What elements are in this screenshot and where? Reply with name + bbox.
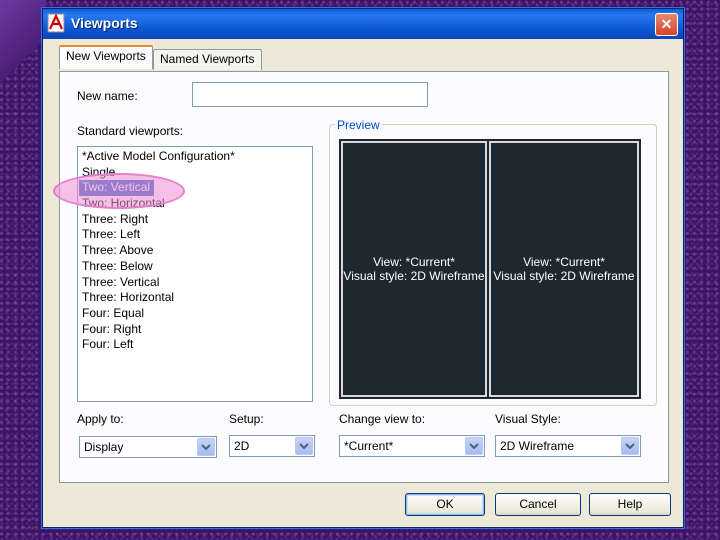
cancel-button[interactable]: Cancel [495, 493, 581, 516]
help-label: Help [617, 497, 643, 511]
cancel-label: Cancel [519, 497, 557, 511]
background-decoration [0, 0, 46, 92]
tab-new-viewports[interactable]: New Viewports [59, 45, 153, 69]
list-item-label: Four: Equal [82, 305, 145, 320]
help-button[interactable]: Help [589, 493, 671, 516]
new-name-input[interactable] [192, 82, 428, 107]
ok-label: OK [436, 497, 454, 511]
list-item[interactable]: Three: Above [78, 243, 312, 259]
list-item-label: Three: Horizontal [82, 290, 175, 305]
list-item-label: Four: Right [82, 321, 142, 336]
apply-to-label: Apply to: [77, 412, 124, 426]
chevron-down-icon[interactable] [465, 437, 483, 455]
apply-to-dropdown[interactable]: Display [79, 436, 217, 458]
list-item-label: Three: Below [82, 258, 153, 273]
list-item-label: Three: Left [82, 227, 141, 242]
list-item-label: Three: Vertical [82, 274, 160, 289]
chevron-down-icon[interactable] [197, 438, 215, 456]
tab-named-viewports[interactable]: Named Viewports [153, 49, 262, 70]
list-item[interactable]: Three: Horizontal [78, 290, 312, 306]
list-item[interactable]: Four: Equal [78, 306, 312, 322]
close-icon: ✕ [660, 16, 673, 32]
change-view-to-value: *Current* [344, 439, 394, 453]
preview-area: View: *Current* Visual style: 2D Wirefra… [339, 139, 641, 399]
title-bar[interactable]: Viewports ✕ [43, 9, 683, 39]
preview-pane-right[interactable]: View: *Current* Visual style: 2D Wirefra… [489, 141, 639, 397]
visual-style-dropdown[interactable]: 2D Wireframe [495, 435, 641, 457]
pane-view-text: View: *Current* [373, 255, 455, 269]
list-item[interactable]: Three: Left [78, 227, 312, 243]
highlight-ellipse [53, 173, 185, 209]
list-item[interactable]: Three: Right [78, 212, 312, 228]
pane-view-text: View: *Current* [523, 255, 605, 269]
setup-dropdown[interactable]: 2D [229, 435, 315, 457]
setup-label: Setup: [229, 412, 264, 426]
list-item[interactable]: *Active Model Configuration* [78, 149, 312, 165]
list-item-label: Four: Left [82, 337, 134, 352]
tab-label: Named Viewports [160, 52, 255, 66]
new-name-label: New name: [77, 89, 138, 103]
preview-pane-left[interactable]: View: *Current* Visual style: 2D Wirefra… [341, 141, 487, 397]
autocad-app-icon [47, 13, 65, 33]
standard-viewports-label: Standard viewports: [77, 124, 184, 138]
list-item[interactable]: Three: Below [78, 259, 312, 275]
tab-label: New Viewports [66, 49, 146, 63]
list-item[interactable]: Four: Right [78, 322, 312, 338]
visual-style-value: 2D Wireframe [500, 439, 575, 453]
chevron-down-icon[interactable] [621, 437, 639, 455]
pane-style-text: Visual style: 2D Wireframe [493, 269, 635, 283]
list-item[interactable]: Four: Left [78, 337, 312, 353]
apply-to-value: Display [84, 440, 124, 454]
change-view-to-label: Change view to: [339, 412, 426, 426]
setup-value: 2D [234, 439, 250, 453]
visual-style-label: Visual Style: [495, 412, 561, 426]
pane-style-text: Visual style: 2D Wireframe [343, 269, 485, 283]
list-item-label: *Active Model Configuration* [82, 149, 235, 163]
ok-button[interactable]: OK [405, 493, 485, 516]
close-button[interactable]: ✕ [655, 13, 678, 36]
preview-title: Preview [335, 118, 382, 132]
list-item-label: Three: Right [82, 211, 149, 226]
list-item[interactable]: Three: Vertical [78, 275, 312, 291]
window-title: Viewports [71, 15, 138, 31]
viewports-dialog: Viewports ✕ New Viewports Named Viewport… [42, 8, 684, 528]
chevron-down-icon[interactable] [295, 437, 313, 455]
change-view-to-dropdown[interactable]: *Current* [339, 435, 485, 457]
list-item-label: Three: Above [82, 243, 154, 258]
